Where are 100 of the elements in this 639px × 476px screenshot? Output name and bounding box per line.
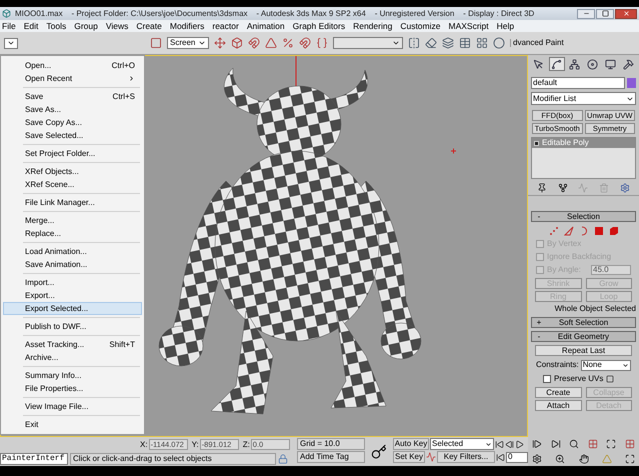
menu-item[interactable]: Replace... [3, 227, 142, 240]
menu-item[interactable]: Export Selected... [3, 302, 142, 315]
menu-item[interactable]: Set Project Folder... [3, 147, 142, 160]
expand-icon [534, 140, 539, 146]
menu-item[interactable]: Save As... [3, 103, 142, 116]
caret-icon [198, 39, 206, 47]
panel-button[interactable]: Create [535, 387, 582, 398]
previous-frame-icon[interactable] [505, 440, 514, 448]
menu-bar-item[interactable]: Help [496, 22, 514, 30]
modifier-list-dropdown[interactable]: Modifier List [531, 92, 636, 105]
element-icon[interactable] [608, 226, 618, 236]
advanced-painter-button[interactable]: dvanced Paint [510, 39, 564, 47]
menu-item[interactable]: Save Selected... [3, 129, 142, 142]
zoom-icon[interactable] [569, 439, 580, 450]
fork-icon[interactable] [558, 182, 568, 192]
menu-bar-item[interactable]: MAXScript [448, 22, 489, 30]
command-panel-tab[interactable] [548, 57, 565, 71]
menu-item[interactable]: Publish to DWF... [3, 320, 142, 333]
checkbox[interactable] [543, 375, 551, 383]
menu-bar-item[interactable]: Create [136, 22, 162, 30]
object-name-field[interactable]: default [531, 77, 625, 89]
menu-bar-item[interactable]: Customize [400, 22, 440, 30]
rollout-header[interactable]: - Selection [531, 211, 636, 222]
constraints-dropdown[interactable]: None [580, 360, 631, 370]
vertex-icon[interactable] [548, 226, 558, 236]
key-set-dropdown[interactable]: Selected [430, 438, 494, 450]
current-frame-field[interactable]: 0 [506, 452, 528, 462]
menu-item[interactable]: Load Animation... [3, 245, 142, 258]
named-selection-dropdown[interactable] [333, 37, 403, 49]
menu-bar-item[interactable]: reactor [212, 22, 239, 30]
add-time-tag-button[interactable]: Add Time Tag [297, 451, 365, 463]
move-icon[interactable] [214, 37, 226, 49]
menu-bar-item[interactable]: Animation [246, 22, 285, 30]
layers-icon[interactable] [442, 37, 454, 49]
menu-bar-item[interactable]: Rendering [353, 22, 392, 30]
polygon-icon[interactable] [594, 226, 604, 236]
key-filters-button[interactable]: Key Filters... [437, 451, 495, 463]
auto-key-button[interactable]: Auto Key [393, 438, 429, 450]
go-to-end-icon[interactable] [550, 439, 561, 450]
rollout-header[interactable]: + Soft Selection [531, 317, 636, 328]
menu-item[interactable]: Open Recent [3, 72, 142, 85]
select-object-icon[interactable] [150, 37, 162, 49]
panel-button[interactable]: Attach [535, 400, 582, 411]
menu-item[interactable]: Import... [3, 276, 142, 289]
menu-item-label: Replace... [25, 230, 62, 238]
edge-icon[interactable] [564, 226, 574, 236]
menu-item-label: File Properties... [25, 384, 84, 392]
maximize-button[interactable] [596, 8, 614, 18]
menu-item[interactable]: Exit [3, 418, 142, 431]
menu-item[interactable]: View Image File... [3, 400, 142, 413]
region-zoom-icon[interactable] [555, 454, 566, 464]
coordinate-axis-label: Z: [242, 440, 250, 448]
rollout-header[interactable]: - Edit Geometry [531, 331, 636, 342]
pan-icon[interactable] [578, 454, 588, 464]
set-key-button[interactable]: Set Key [393, 451, 425, 463]
next-frame-icon[interactable] [532, 439, 542, 450]
menu-item-label: Publish to DWF... [25, 322, 86, 330]
reference-coordinate-dropdown[interactable]: Screen [167, 37, 209, 49]
menu-item[interactable]: Save Animation... [3, 258, 142, 271]
menu-bar-item[interactable]: Tools [46, 22, 66, 30]
menu-item[interactable]: Save Copy As... [3, 116, 142, 129]
menu-item[interactable]: File Properties... [3, 382, 142, 395]
menu-item-label: Open... [25, 62, 52, 70]
menu-bar-item[interactable]: File [2, 22, 16, 30]
play-icon[interactable] [515, 440, 524, 448]
menu-item[interactable]: Summary Info... [3, 369, 142, 382]
pin-icon[interactable] [537, 182, 548, 192]
key-icon[interactable] [371, 444, 387, 460]
menu-item[interactable]: Open... Ctrl+O [3, 59, 142, 72]
menu-item-label: Merge... [25, 216, 54, 224]
menu-item[interactable]: Merge... [3, 214, 142, 227]
menu-item[interactable]: XRef Scene... [3, 178, 142, 191]
menu-item[interactable]: Export... [3, 289, 142, 302]
mirror-icon[interactable] [408, 37, 420, 49]
menu-bar-item[interactable]: Views [106, 22, 128, 30]
menu-bar-item[interactable]: Group [74, 22, 98, 30]
go-to-start-icon[interactable] [495, 440, 504, 448]
script-listener-field[interactable]: PainterInterf [0, 453, 68, 465]
menu-item[interactable]: Save Ctrl+S [3, 90, 142, 103]
cube-icon[interactable] [231, 37, 243, 49]
menu-item[interactable]: Asset Tracking... Shift+T [3, 338, 142, 351]
close-button[interactable] [615, 8, 637, 18]
settings-box-icon[interactable] [606, 375, 614, 383]
menu-item[interactable]: XRef Objects... [3, 165, 142, 178]
command-panel-tab[interactable] [566, 57, 583, 71]
configure-icon[interactable] [620, 182, 630, 192]
menu-item[interactable]: Archive... [3, 351, 142, 364]
menu-bar-item[interactable]: Modifiers [170, 22, 204, 30]
eraser-icon[interactable] [425, 37, 437, 49]
minimize-button[interactable] [577, 8, 595, 18]
menu-item[interactable]: File Link Manager... [3, 196, 142, 209]
menu-bar-item[interactable]: Edit [24, 22, 38, 30]
object-color-swatch[interactable] [627, 78, 636, 88]
repeat-last-button[interactable]: Repeat Last [535, 345, 632, 356]
selection-filter-dropdown[interactable] [4, 38, 18, 48]
menu-item-label: Export Selected... [25, 304, 88, 312]
curve-icon[interactable] [426, 452, 436, 462]
menu-item-label: Save [25, 92, 44, 100]
lock-icon[interactable] [278, 454, 288, 464]
menu-bar-item[interactable]: Graph Editors [292, 22, 346, 30]
